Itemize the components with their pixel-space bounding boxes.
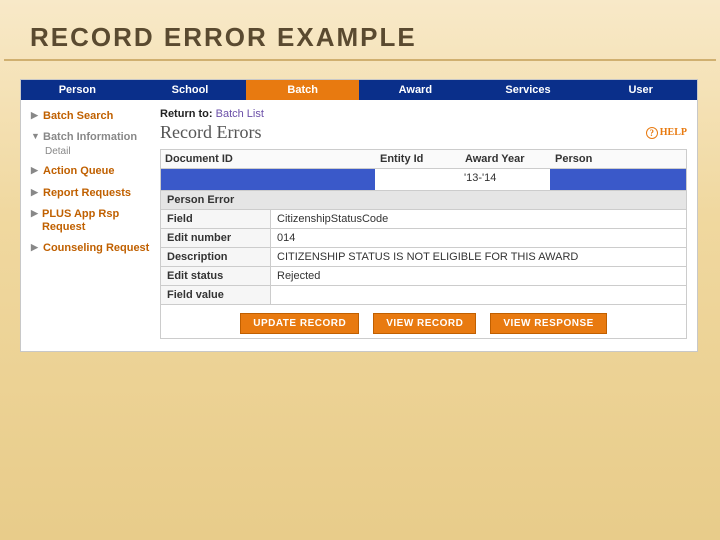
slide-title: RECORD ERROR EXAMPLE <box>4 0 716 61</box>
view-response-button[interactable]: VIEW RESPONSE <box>490 313 606 334</box>
value-description: CITIZENSHIP STATUS IS NOT ELIGIBLE FOR T… <box>271 248 686 266</box>
button-row: UPDATE RECORD VIEW RECORD VIEW RESPONSE <box>160 305 687 339</box>
nav-person[interactable]: Person <box>21 80 134 100</box>
return-link[interactable]: Batch List <box>216 108 264 120</box>
label-field: Field <box>161 210 271 228</box>
col-award-year: Award Year <box>465 153 555 165</box>
nav-award[interactable]: Award <box>359 80 472 100</box>
person-value-redacted <box>550 169 686 190</box>
chevron-down-icon: ▼ <box>31 131 39 142</box>
sidebar-item-label: Report Requests <box>43 187 131 200</box>
chevron-right-icon: ▶ <box>31 208 38 219</box>
page-title: Record Errors <box>160 122 261 143</box>
value-edit-status: Rejected <box>271 267 686 285</box>
label-field-value: Field value <box>161 286 271 304</box>
row-field: Field CitizenshipStatusCode <box>160 210 687 229</box>
award-year-value: '13-'14 <box>460 169 550 190</box>
sidebar-item-batch-search[interactable]: ▶ Batch Search <box>31 110 150 123</box>
sidebar-item-label: Action Queue <box>43 165 115 178</box>
row-description: Description CITIZENSHIP STATUS IS NOT EL… <box>160 248 687 267</box>
sidebar-item-plus-app-rsp-request[interactable]: ▶ PLUS App Rsp Request <box>31 208 150 234</box>
sidebar-item-counseling-request[interactable]: ▶ Counseling Request <box>31 242 150 255</box>
col-document-id: Document ID <box>165 153 380 165</box>
row-edit-number: Edit number 014 <box>160 229 687 248</box>
sidebar-item-action-queue[interactable]: ▶ Action Queue <box>31 165 150 178</box>
sidebar-item-label: PLUS App Rsp Request <box>42 208 150 234</box>
sidebar-item-label: Counseling Request <box>43 242 149 255</box>
return-label: Return to: <box>160 108 213 120</box>
sidebar-item-batch-information[interactable]: ▼ Batch Information <box>31 131 150 144</box>
col-person: Person <box>555 153 682 165</box>
entity-id-value <box>375 169 460 190</box>
top-nav: Person School Batch Award Services User <box>21 80 697 100</box>
nav-user[interactable]: User <box>584 80 697 100</box>
sidebar-subitem-detail[interactable]: Detail <box>45 146 150 157</box>
help-icon: ? <box>646 127 658 139</box>
chevron-right-icon: ▶ <box>31 242 39 253</box>
chevron-right-icon: ▶ <box>31 187 39 198</box>
col-entity-id: Entity Id <box>380 153 465 165</box>
chevron-right-icon: ▶ <box>31 110 39 121</box>
sidebar: ▶ Batch Search ▼ Batch Information Detai… <box>21 100 156 351</box>
nav-batch[interactable]: Batch <box>246 80 359 100</box>
main-content: Return to: Batch List Record Errors ? HE… <box>156 100 697 351</box>
value-edit-number: 014 <box>271 229 686 247</box>
section-person-error: Person Error <box>160 191 687 210</box>
row-edit-status: Edit status Rejected <box>160 267 687 286</box>
value-field: CitizenshipStatusCode <box>271 210 686 228</box>
document-id-value-redacted <box>161 169 375 190</box>
sidebar-item-report-requests[interactable]: ▶ Report Requests <box>31 187 150 200</box>
help-label: HELP <box>660 127 687 138</box>
nav-school[interactable]: School <box>134 80 247 100</box>
value-field-value <box>271 286 686 304</box>
breadcrumb: Return to: Batch List <box>160 108 687 120</box>
chevron-right-icon: ▶ <box>31 165 39 176</box>
sidebar-item-label: Batch Search <box>43 110 113 123</box>
sidebar-item-label: Batch Information <box>43 131 137 144</box>
label-edit-status: Edit status <box>161 267 271 285</box>
help-link[interactable]: ? HELP <box>646 127 687 139</box>
label-description: Description <box>161 248 271 266</box>
row-field-value: Field value <box>160 286 687 305</box>
label-edit-number: Edit number <box>161 229 271 247</box>
record-row: '13-'14 <box>160 169 687 191</box>
column-headers: Document ID Entity Id Award Year Person <box>160 149 687 169</box>
update-record-button[interactable]: UPDATE RECORD <box>240 313 359 334</box>
view-record-button[interactable]: VIEW RECORD <box>373 313 476 334</box>
nav-services[interactable]: Services <box>472 80 585 100</box>
app-panel: Person School Batch Award Services User … <box>20 79 698 352</box>
